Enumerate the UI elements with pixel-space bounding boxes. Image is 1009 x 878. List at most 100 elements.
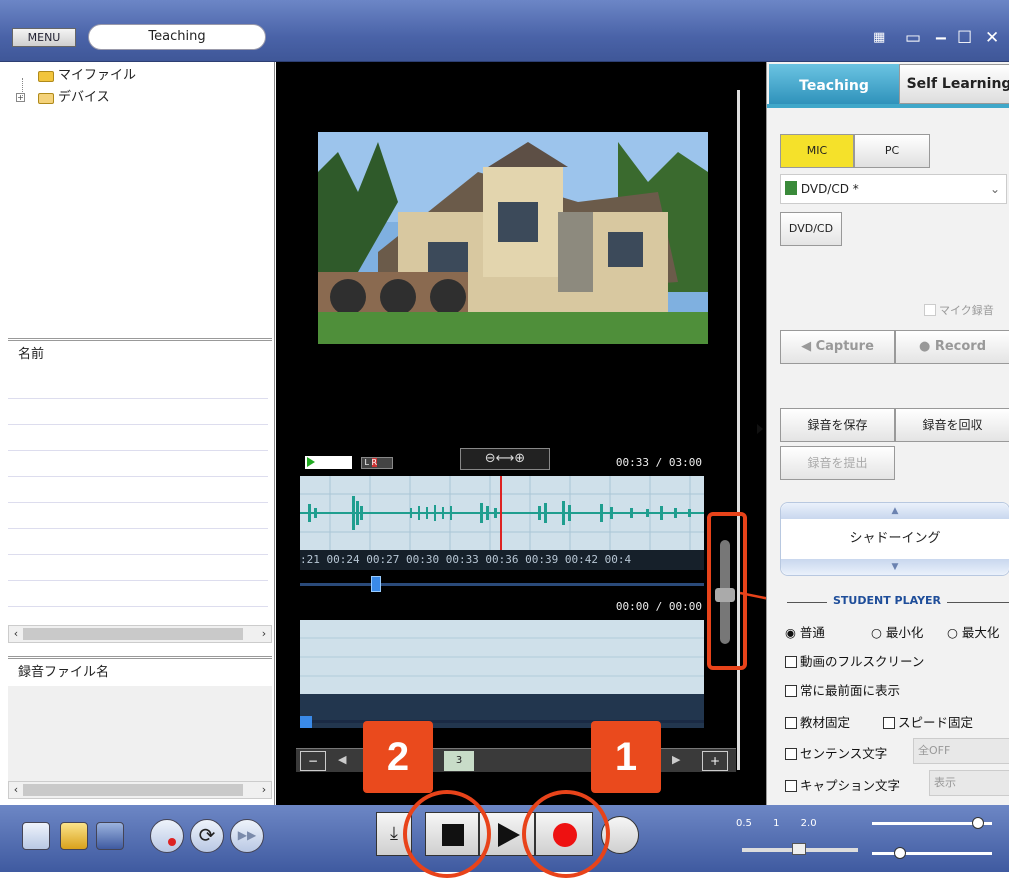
level-meter [305, 456, 352, 469]
fullscreen-checkbox[interactable]: 動画のフルスクリーン [785, 651, 924, 670]
chevron-down-icon: ⌄ [989, 182, 1000, 196]
page-next-icon[interactable]: ▶ [672, 753, 680, 766]
list-header-recording: 録音ファイル名 [8, 656, 272, 684]
page-prev-icon[interactable]: ◀ [338, 753, 346, 766]
tab-self-learning[interactable]: Self Learning [899, 64, 1009, 104]
timeline-labels: :21 00:24 00:27 00:30 00:33 00:36 00:39 … [300, 550, 704, 570]
annotation-badge-2: 2 [363, 721, 433, 793]
recording-scrollbar[interactable]: ‹ › [8, 781, 272, 799]
fast-forward-icon[interactable]: ▶▶ [230, 819, 264, 853]
radio-normal[interactable]: ◉ 普通 [785, 622, 825, 641]
waveform-master[interactable] [300, 476, 704, 550]
radio-minimize-label: 最小化 [885, 625, 924, 640]
annotation-badge-1: 1 [591, 721, 661, 793]
mic-record-checkbox[interactable]: マイク録音 [924, 302, 994, 318]
list-header-name: 名前 [8, 338, 272, 366]
student-slider-thumb[interactable] [300, 716, 312, 728]
new-file-icon[interactable] [22, 822, 50, 850]
annotation-circle-record [522, 790, 610, 878]
speed-tick-max: 2.0 [800, 818, 817, 829]
balance-slider[interactable] [872, 847, 992, 859]
menu-button[interactable]: MENU [12, 28, 76, 47]
record-start-icon[interactable] [150, 819, 184, 853]
plus-button[interactable]: + [702, 751, 728, 771]
zoom-control[interactable]: ⊖⟷⊕ [460, 448, 550, 470]
minimize-icon[interactable]: ‒ [935, 28, 947, 48]
topmost-checkbox[interactable]: 常に最前面に表示 [785, 680, 900, 699]
maximize-icon[interactable]: ☐ [957, 28, 972, 48]
speed-lock-checkbox[interactable]: スピード固定 [883, 712, 973, 731]
pc-button[interactable]: PC [854, 134, 930, 168]
minus-button[interactable]: − [300, 751, 326, 771]
page-number[interactable]: 3 [444, 751, 474, 771]
collect-recording-button[interactable]: 録音を回収 [895, 408, 1009, 442]
folder-icon [38, 70, 54, 82]
volume-slider[interactable] [872, 817, 992, 829]
repeat-icon[interactable]: ⟳ [190, 819, 224, 853]
source-select[interactable]: DVD/CD * ⌄ [780, 174, 1007, 204]
device-folder-icon [38, 92, 54, 104]
radio-minimize[interactable]: ○ 最小化 [871, 622, 923, 641]
fullscreen-label: 動画のフルスクリーン [800, 654, 925, 669]
sentence-select[interactable]: 全OFF [913, 738, 1009, 764]
window-title: Teaching [88, 24, 266, 50]
lr-channel-icon[interactable]: L R [361, 457, 393, 469]
position-slider[interactable] [300, 576, 704, 592]
source-select-value: DVD/CD * [800, 182, 859, 196]
topmost-label: 常に最前面に表示 [800, 683, 901, 698]
radio-maximize-label: 最大化 [961, 625, 1000, 640]
speed-slider[interactable] [742, 843, 858, 855]
layout-icon[interactable]: ▦ [873, 28, 885, 48]
material-lock-checkbox[interactable]: 教材固定 [785, 712, 850, 731]
dvd-source-icon [785, 181, 797, 195]
expand-icon[interactable]: + [16, 93, 25, 102]
submit-recording-button[interactable]: 録音を提出 [780, 446, 895, 480]
speed-tick-min: 0.5 [736, 818, 752, 829]
sentence-select-value: 全OFF [918, 744, 951, 757]
sentence-text-checkbox[interactable]: センテンス文字 [785, 743, 887, 762]
capture-label: Capture [815, 339, 874, 354]
list-scrollbar[interactable]: ‹ › [8, 625, 272, 643]
tree-item-label: デバイス [58, 90, 110, 105]
radio-maximize[interactable]: ○ 最大化 [947, 622, 999, 641]
mode-label: シャドーイング [849, 531, 941, 546]
record-label: Record [934, 339, 987, 354]
dvd-cd-button[interactable]: DVD/CD [780, 212, 842, 246]
material-lock-label: 教材固定 [800, 715, 851, 730]
tab-teaching[interactable]: Teaching [769, 64, 899, 104]
tree-item-label: マイファイル [58, 68, 137, 83]
restore-icon[interactable]: ▭ [905, 28, 921, 48]
speed-thumb[interactable] [792, 843, 806, 855]
caption-text-checkbox[interactable]: キャプション文字 [785, 775, 900, 794]
tree-item-myfiles[interactable]: マイファイル [38, 67, 136, 85]
mode-down-icon[interactable]: ▼ [781, 559, 1009, 575]
speed-lock-label: スピード固定 [898, 715, 974, 730]
record-mode-button[interactable]: ● Record [895, 330, 1009, 364]
sentence-text-label: センテンス文字 [800, 746, 888, 761]
open-folder-icon[interactable] [60, 822, 88, 850]
speed-scale: 0.5 1 2.0 [736, 818, 817, 829]
student-player-label: STUDENT PLAYER [827, 594, 948, 607]
speed-tick-mid: 1 [773, 818, 780, 829]
page-bar: − ◀ 3 ▶ + [296, 748, 736, 772]
caption-select[interactable]: 表示 [929, 770, 1009, 796]
close-icon[interactable]: ✕ [985, 28, 999, 48]
mode-selector[interactable]: ▲ シャドーイング ▼ [780, 502, 1009, 576]
caption-select-value: 表示 [934, 776, 956, 789]
mic-button[interactable]: MIC [780, 134, 854, 168]
capture-button[interactable]: ◀ Capture [780, 330, 895, 364]
mic-record-label: マイク録音 [939, 304, 994, 317]
title-bar: MENU Teaching ▦ ▭ ‒ ☐ ✕ [0, 0, 1009, 62]
capture-arrow-icon: ◀ [801, 339, 812, 354]
volume-thumb[interactable] [715, 588, 735, 602]
tree-item-devices[interactable]: デバイス [38, 89, 110, 107]
video-frame[interactable] [318, 132, 708, 344]
mode-up-icon[interactable]: ▲ [781, 503, 1009, 519]
collapse-arrow-icon[interactable] [757, 424, 763, 434]
control-panel: Teaching Self Learning MIC PC DVD/CD * ⌄… [757, 62, 1009, 805]
save-icon[interactable] [96, 822, 124, 850]
save-recording-button[interactable]: 録音を保存 [780, 408, 895, 442]
radio-normal-label: 普通 [799, 625, 825, 640]
caption-text-label: キャプション文字 [800, 778, 901, 793]
waveform-student[interactable] [300, 620, 704, 694]
